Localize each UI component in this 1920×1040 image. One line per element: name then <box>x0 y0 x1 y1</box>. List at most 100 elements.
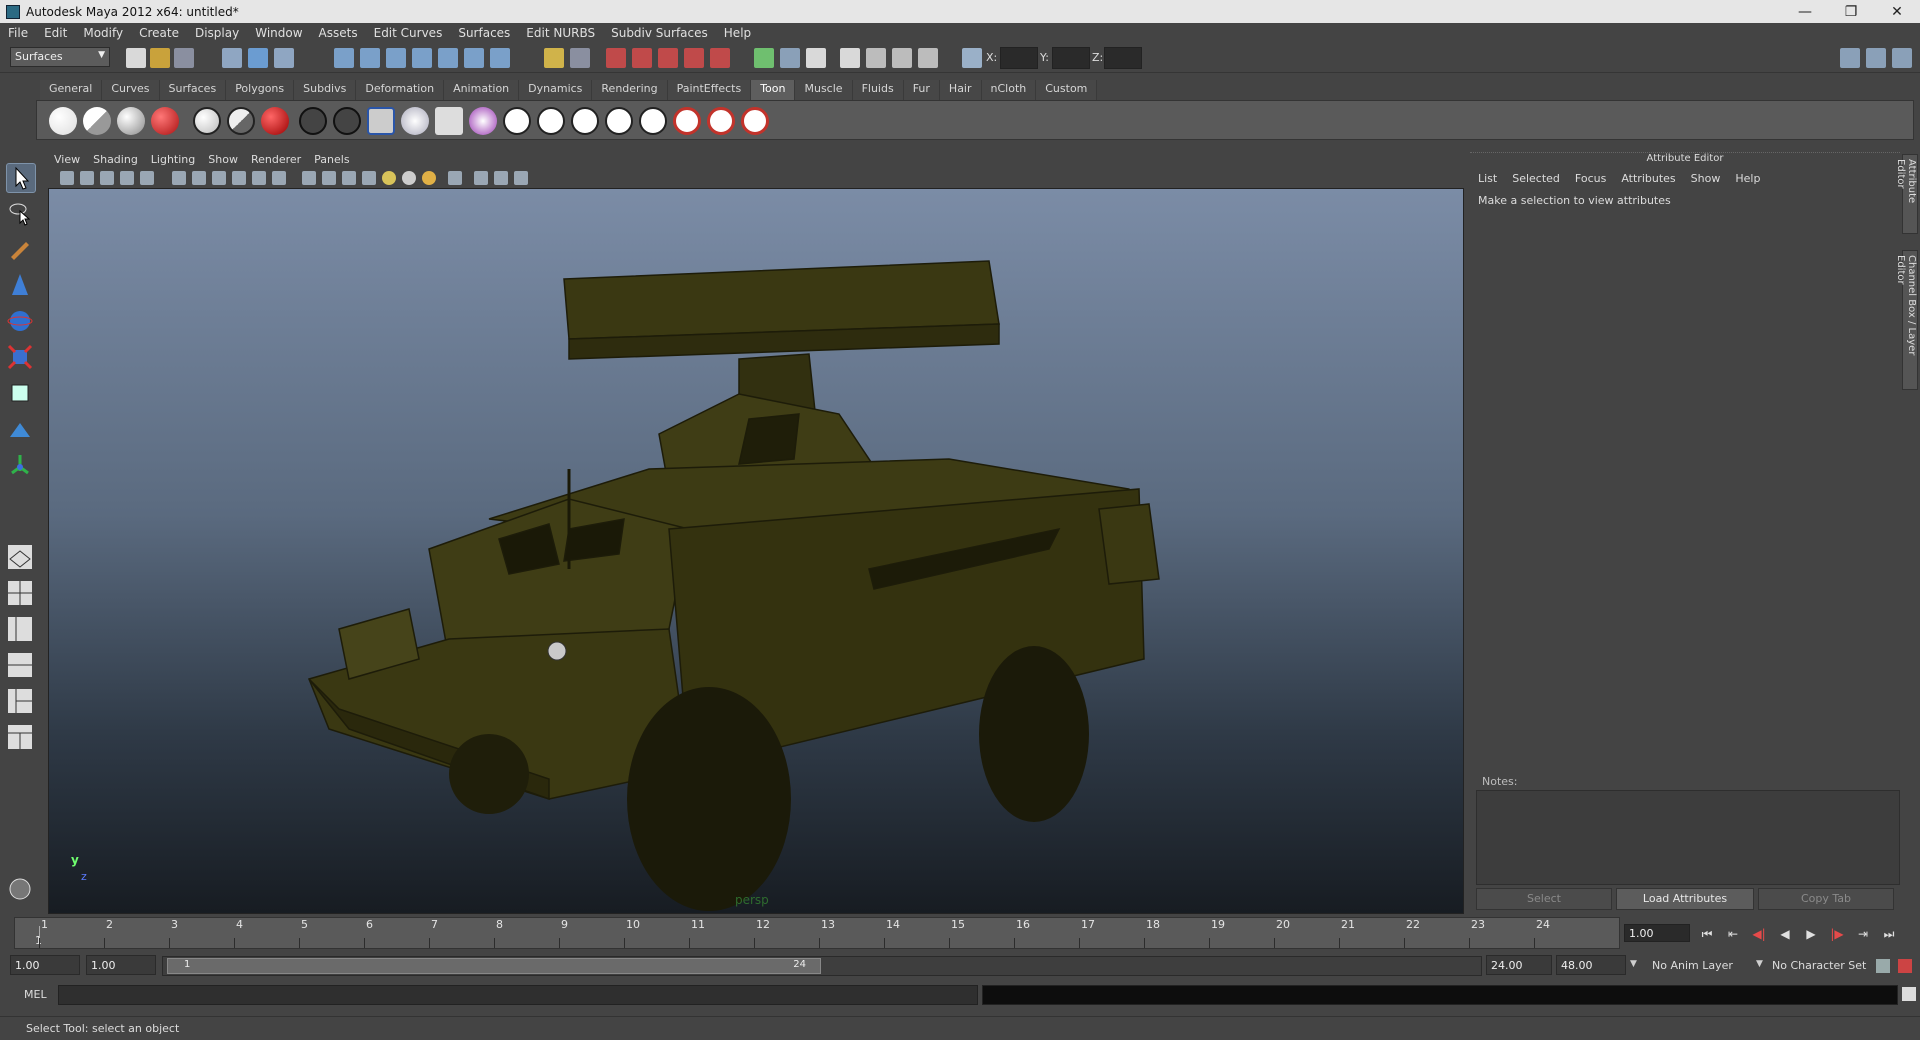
menu-surfaces[interactable]: Surfaces <box>458 26 510 40</box>
toon-line-preset-1-icon[interactable] <box>571 107 599 135</box>
more-layouts-icon[interactable] <box>6 765 36 781</box>
shelf-tab-muscle[interactable]: Muscle <box>795 80 853 100</box>
layout-persp-outliner-icon[interactable] <box>6 615 36 645</box>
render-view-icon[interactable] <box>710 48 730 68</box>
toon-line-preset-4-icon[interactable] <box>673 107 701 135</box>
step-back-frame-button[interactable]: ◀| <box>1750 925 1768 943</box>
load-attributes-button[interactable]: Load Attributes <box>1616 888 1754 910</box>
soft-modification-icon[interactable] <box>6 415 36 445</box>
field-chart-icon[interactable] <box>252 171 266 185</box>
select-component-icon[interactable] <box>274 48 294 68</box>
toon-fill-light-angle-icon[interactable] <box>83 107 111 135</box>
step-forward-frame-button[interactable]: |▶ <box>1828 925 1846 943</box>
shelf-tab-hair[interactable]: Hair <box>939 80 982 100</box>
move-tool-icon[interactable] <box>6 271 36 301</box>
shelf-tab-surfaces[interactable]: Surfaces <box>159 80 227 100</box>
menu-modify[interactable]: Modify <box>83 26 123 40</box>
snap-point-icon[interactable] <box>386 48 406 68</box>
character-set-value[interactable]: No Character Set <box>1772 959 1866 972</box>
ae-menu-list[interactable]: List <box>1478 172 1497 185</box>
toon-fill-shaded-icon[interactable] <box>117 107 145 135</box>
shelf-tab-painteffects[interactable]: PaintEffects <box>667 80 752 100</box>
panel-menu-panels[interactable]: Panels <box>314 153 349 166</box>
layer-editor-icon[interactable] <box>892 48 912 68</box>
image-plane-icon[interactable] <box>120 171 134 185</box>
shelf-tab-custom[interactable]: Custom <box>1036 80 1098 100</box>
panel-menu-show[interactable]: Show <box>208 153 238 166</box>
time-slider[interactable]: 1 12345678910111213141516171819202122232… <box>14 917 1620 949</box>
render-settings-icon[interactable] <box>658 48 678 68</box>
playback-start-field[interactable]: 1.00 <box>86 955 156 975</box>
menu-file[interactable]: File <box>8 26 28 40</box>
toon-outline-profile-icon[interactable] <box>333 107 361 135</box>
menu-edit[interactable]: Edit <box>44 26 67 40</box>
menu-edit-curves[interactable]: Edit Curves <box>374 26 443 40</box>
command-input[interactable] <box>58 985 978 1005</box>
character-set-dropdown-icon[interactable]: ▼ <box>1756 959 1763 969</box>
menu-window[interactable]: Window <box>255 26 302 40</box>
make-live-icon[interactable] <box>438 48 458 68</box>
shelf-tab-subdivs[interactable]: Subdivs <box>294 80 357 100</box>
ae-menu-help[interactable]: Help <box>1735 172 1760 185</box>
grease-pencil-icon[interactable] <box>140 171 154 185</box>
select-hierarchy-icon[interactable] <box>222 48 242 68</box>
shelf-tab-toon[interactable]: Toon <box>751 80 796 100</box>
menu-help[interactable]: Help <box>724 26 751 40</box>
wireframe-on-shaded-icon[interactable] <box>342 171 356 185</box>
shelf-tab-general[interactable]: General <box>40 80 103 100</box>
toon-line-preset-2-icon[interactable] <box>605 107 633 135</box>
reverse-surface-icon[interactable] <box>435 107 463 135</box>
universal-manipulator-icon[interactable] <box>6 379 36 409</box>
film-gate-icon[interactable] <box>192 171 206 185</box>
range-slider-handle[interactable]: 1 24 <box>167 958 821 974</box>
toon-fill-metal-icon[interactable] <box>261 107 289 135</box>
select-tool-icon[interactable] <box>6 163 36 193</box>
start-time-field[interactable]: 1.00 <box>10 955 80 975</box>
attribute-editor-toggle-icon[interactable] <box>806 48 826 68</box>
assign-outline-icon[interactable] <box>367 107 395 135</box>
paint-select-tool-icon[interactable] <box>6 235 36 265</box>
select-camera-icon[interactable] <box>60 171 74 185</box>
play-backwards-button[interactable]: ◀ <box>1776 925 1794 943</box>
save-scene-icon[interactable] <box>174 48 194 68</box>
end-time-field[interactable]: 48.00 <box>1556 955 1626 975</box>
shelf-tab-rendering[interactable]: Rendering <box>592 80 668 100</box>
toon-fill-shaded-bright-icon[interactable] <box>151 107 179 135</box>
layout-four-view-icon[interactable] <box>6 579 36 609</box>
play-forwards-button[interactable]: ▶ <box>1802 925 1820 943</box>
quick-layout-icon[interactable] <box>6 875 36 905</box>
construction-history-icon[interactable] <box>464 48 484 68</box>
ae-menu-focus[interactable]: Focus <box>1575 172 1606 185</box>
anim-layer-dropdown-icon[interactable]: ▼ <box>1630 959 1637 969</box>
absolute-transform-icon[interactable] <box>962 48 982 68</box>
bookmarks-icon[interactable] <box>100 171 114 185</box>
minimize-button[interactable]: — <box>1782 0 1828 23</box>
menu-create[interactable]: Create <box>139 26 179 40</box>
input-line-icon[interactable] <box>754 48 774 68</box>
restore-button[interactable]: ❐ <box>1828 0 1874 23</box>
x-field[interactable] <box>1000 47 1038 69</box>
menuset-dropdown[interactable]: Surfaces ▼ <box>10 47 110 67</box>
vehicle-model[interactable] <box>49 189 1464 914</box>
shelf-tab-dynamics[interactable]: Dynamics <box>519 80 593 100</box>
open-scene-icon[interactable] <box>150 48 170 68</box>
use-all-lights-icon[interactable] <box>382 171 396 185</box>
high-quality-icon[interactable] <box>422 171 436 185</box>
hud-icon[interactable] <box>514 171 528 185</box>
side-tab-attribute-editor[interactable]: Attribute Editor <box>1895 154 1918 234</box>
panel-menu-view[interactable]: View <box>54 153 80 166</box>
shelf-tab-fluids[interactable]: Fluids <box>852 80 904 100</box>
z-field[interactable] <box>1104 47 1142 69</box>
auto-key-icon[interactable] <box>1876 959 1890 973</box>
ae-menu-attributes[interactable]: Attributes <box>1621 172 1675 185</box>
shelf-tab-curves[interactable]: Curves <box>102 80 160 100</box>
outliner-icon[interactable] <box>918 48 938 68</box>
toggle-channel-box-icon[interactable] <box>1892 48 1912 68</box>
gate-mask-icon[interactable] <box>232 171 246 185</box>
copy-tab-button[interactable]: Copy Tab <box>1758 888 1894 910</box>
safe-action-icon[interactable] <box>272 171 286 185</box>
last-tool-slot-icon[interactable] <box>6 487 36 517</box>
panel-menu-renderer[interactable]: Renderer <box>251 153 301 166</box>
step-forward-key-button[interactable]: ⇥ <box>1854 925 1872 943</box>
shelf-tab-fur[interactable]: Fur <box>903 80 940 100</box>
